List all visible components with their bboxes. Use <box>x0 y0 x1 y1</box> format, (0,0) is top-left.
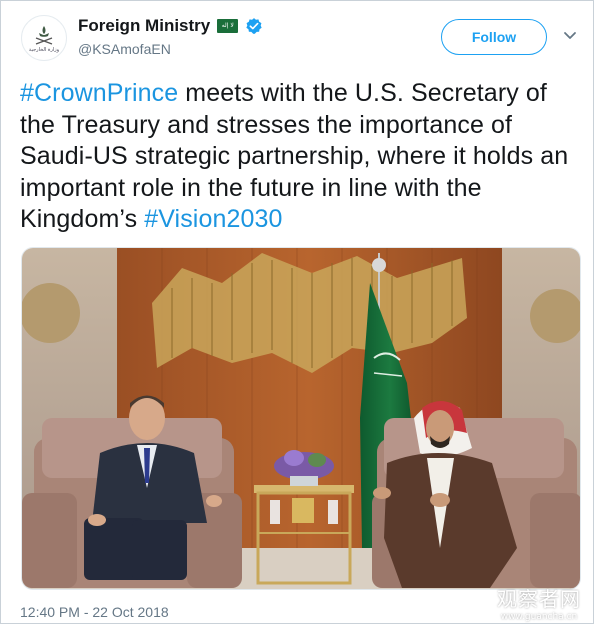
name-row: Foreign Ministry لا إله <box>78 16 263 36</box>
emblem-icon <box>35 25 53 45</box>
verified-badge-icon <box>246 18 262 34</box>
tweet-photo[interactable] <box>21 247 581 590</box>
flag-pole-top <box>372 258 386 272</box>
watermark: 观察者网 www.guancha.cn <box>497 583 581 622</box>
tweet-timestamp[interactable]: 12:40 PM - 22 Oct 2018 <box>20 604 169 620</box>
saudi-flag-icon: لا إله <box>217 19 239 33</box>
avatar-logo-text: وزارة الخارجية <box>28 46 60 53</box>
display-name[interactable]: Foreign Ministry <box>78 16 210 36</box>
wall-ornament-left <box>22 283 80 343</box>
watermark-url: www.guancha.cn <box>500 612 578 622</box>
watermark-main: 观察者网 <box>497 587 581 611</box>
tweet-header: وزارة الخارجية Foreign Ministry لا إله @… <box>1 1 594 76</box>
chevron-down-icon[interactable] <box>563 31 577 41</box>
hashtag-vision2030-link[interactable]: #Vision2030 <box>144 205 282 233</box>
meeting-photo <box>22 248 580 589</box>
tweet-text: #CrownPrince meets with the U.S. Secreta… <box>20 78 580 236</box>
avatar[interactable]: وزارة الخارجية <box>21 15 67 61</box>
user-handle[interactable]: @KSAmofaEN <box>78 41 171 57</box>
tweet-card: وزارة الخارجية Foreign Ministry لا إله @… <box>0 0 594 624</box>
flag-text: لا إله <box>221 22 234 29</box>
follow-button[interactable]: Follow <box>441 19 547 55</box>
hashtag-crownprince-link[interactable]: #CrownPrince <box>20 79 178 107</box>
